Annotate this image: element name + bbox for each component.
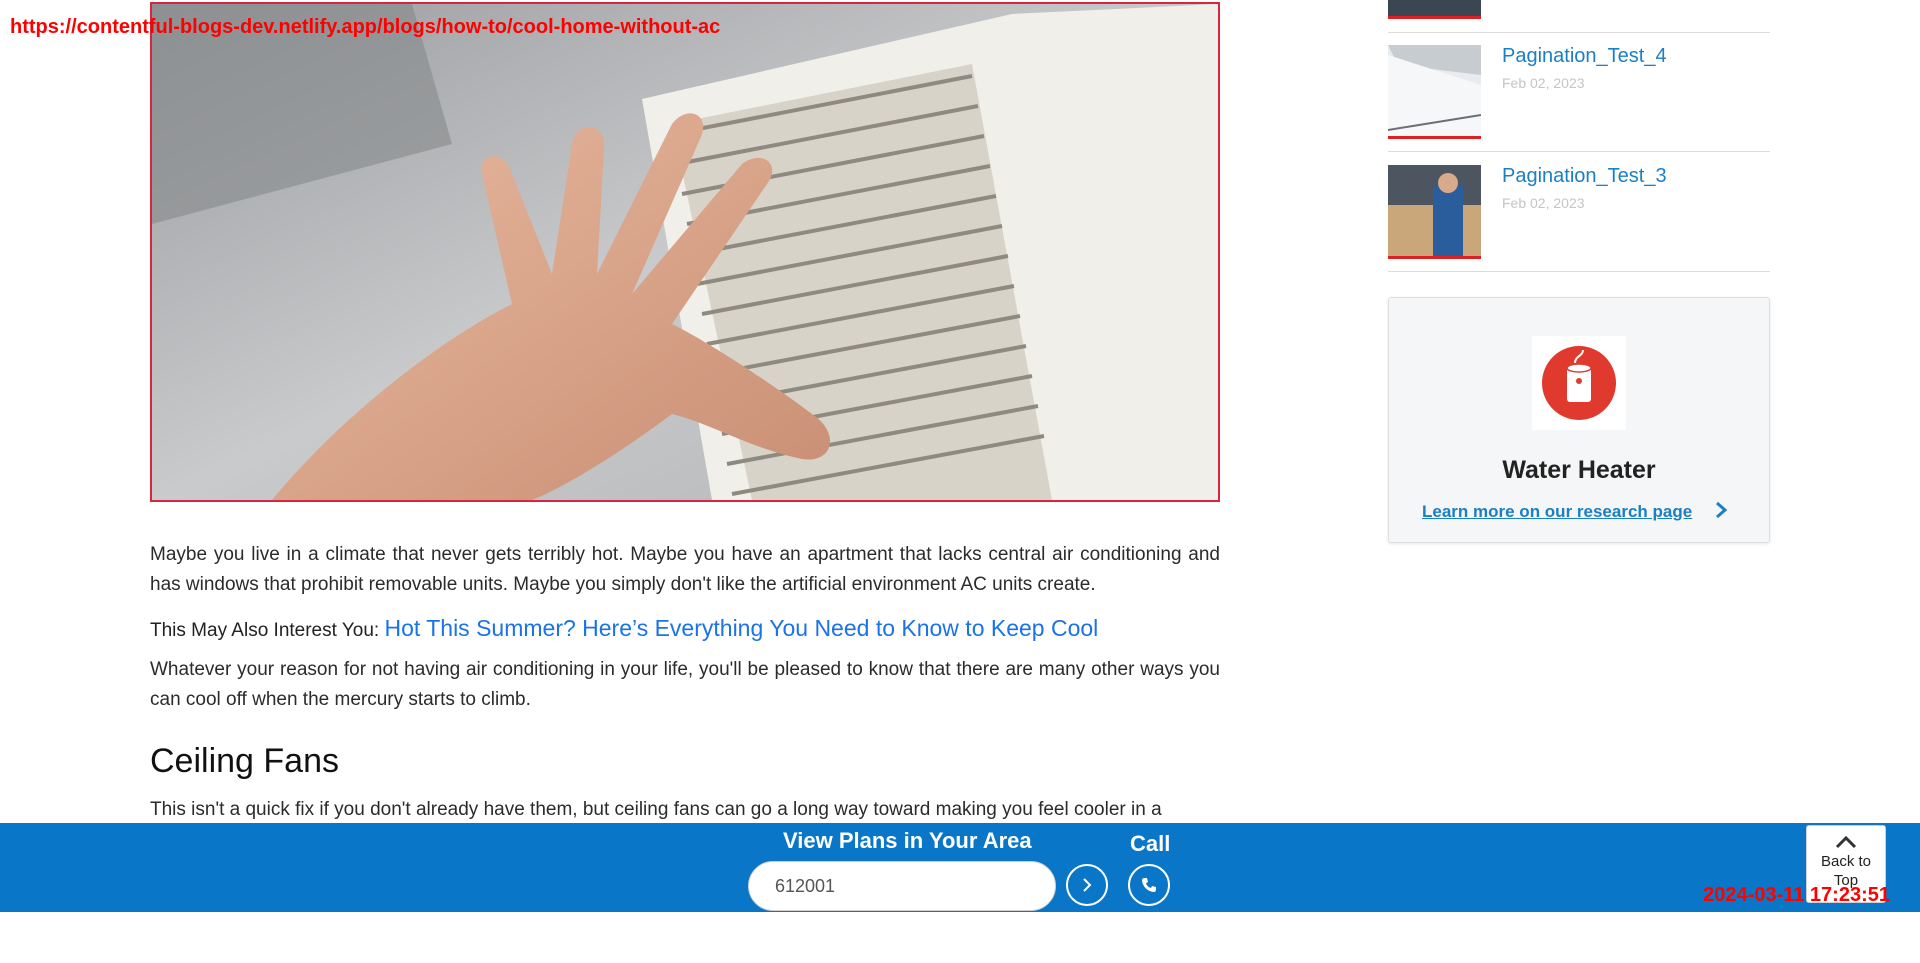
chevron-up-icon [1835,835,1857,849]
related-label: This May Also Interest You: [150,620,380,641]
sidebar-post[interactable]: Pagination_Test_4 Feb 02, 2023 [1388,45,1770,139]
sidebar-post-date: Feb 02, 2023 [1502,195,1585,211]
sidebar-post-title[interactable]: Pagination_Test_4 [1502,45,1667,68]
sidebar-post[interactable]: Pagination_Test_3 Feb 02, 2023 [1388,165,1770,259]
article-paragraph: Maybe you live in a climate that never g… [150,544,1220,595]
divider [1388,151,1770,152]
call-label: Call [1130,831,1171,856]
article-paragraph: This isn't a quick fix if you don't alre… [150,799,1162,820]
plans-heading: View Plans in Your Area [783,828,1032,853]
related-article-link[interactable]: Hot This Summer? Here’s Everything You N… [384,615,1098,641]
bottom-plans-bar: View Plans in Your Area Call [0,823,1920,912]
divider [1388,32,1770,33]
timestamp-overlay: 2024-03-11 17:23:51 [1703,884,1890,906]
chevron-right-icon[interactable] [1711,500,1731,520]
research-page-link[interactable]: Learn more on our research page [1422,502,1692,522]
post-thumbnail[interactable] [1388,0,1481,19]
phone-icon [1142,878,1156,892]
zip-code-input[interactable] [748,861,1056,911]
call-button[interactable] [1128,864,1170,906]
water-heater-icon [1532,336,1626,430]
sidebar-post-title[interactable]: Pagination_Test_3 [1502,165,1667,188]
promo-title: Water Heater [1502,456,1656,484]
url-overlay: https://contentful-blogs-dev.netlify.app… [10,16,721,38]
water-heater-promo-card: Water Heater Learn more on our research … [1388,297,1770,543]
article-paragraph: Whatever your reason for not having air … [150,659,1220,710]
submit-zip-button[interactable] [1066,864,1108,906]
chevron-right-icon [1083,878,1092,892]
hand-on-air-vent-photo-icon [152,4,1218,500]
related-article-line: This May Also Interest You: Hot This Sum… [150,613,1220,646]
post-thumbnail[interactable] [1388,45,1481,139]
section-heading: Ceiling Fans [150,742,339,780]
post-thumbnail[interactable] [1388,165,1481,259]
hero-image [150,2,1220,502]
divider [1388,271,1770,272]
sidebar-post-date: Feb 02, 2023 [1502,75,1585,91]
